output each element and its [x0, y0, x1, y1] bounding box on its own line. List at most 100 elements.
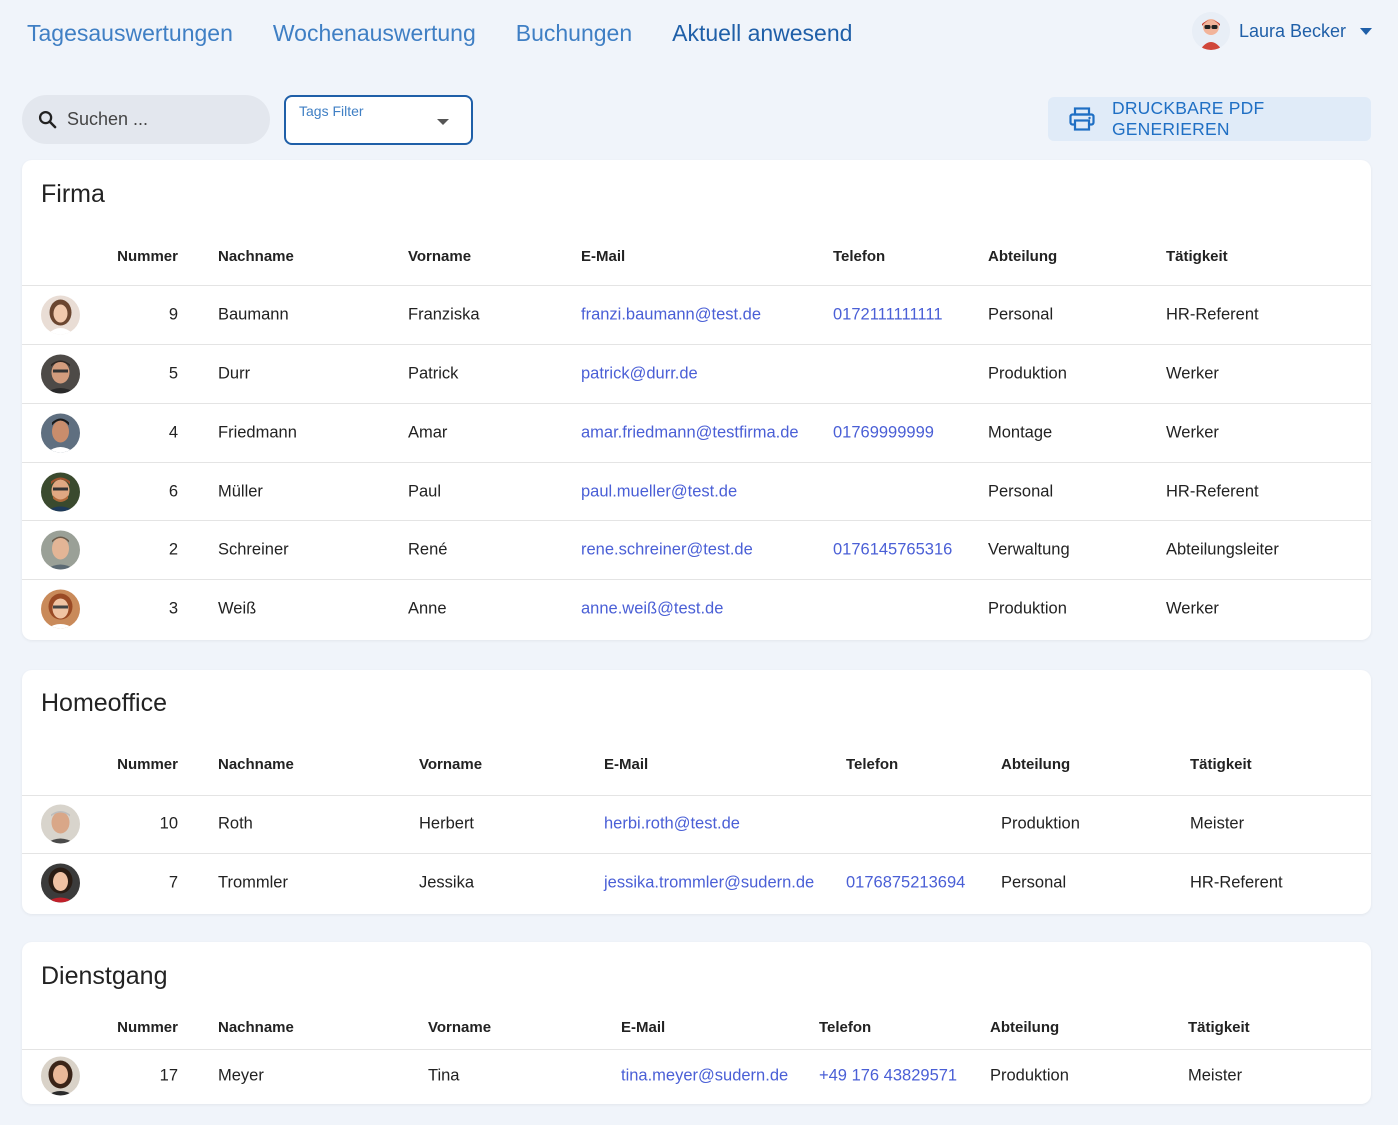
- tags-filter-label: Tags Filter: [299, 103, 364, 119]
- email-link[interactable]: paul.mueller@test.de: [581, 483, 737, 502]
- col-header-taetigkeit: Tätigkeit: [1190, 756, 1252, 773]
- cell-nummer: 3: [168, 599, 178, 618]
- cell-nummer: 17: [159, 1066, 178, 1085]
- cell-nummer: 10: [159, 814, 178, 833]
- email-link[interactable]: patrick@durr.de: [581, 365, 698, 384]
- section-title: Dienstgang: [41, 962, 168, 990]
- search-icon: [38, 110, 57, 129]
- cell-abteilung: Produktion: [988, 599, 1067, 618]
- cell-nummer: 5: [168, 364, 178, 383]
- generate-pdf-label: DRUCKBARE PDF GENERIEREN: [1112, 98, 1265, 139]
- cell-nummer: 6: [168, 482, 178, 501]
- cell-vorname: Patrick: [408, 364, 459, 383]
- cell-nummer: 7: [168, 873, 178, 892]
- phone-link[interactable]: 0176875213694: [846, 874, 965, 893]
- phone-link[interactable]: 0176145765316: [833, 541, 952, 560]
- table-row[interactable]: 4 Friedmann Amar amar.friedmann@testfirm…: [22, 404, 1371, 462]
- cell-nachname: Durr: [218, 364, 251, 383]
- email-link[interactable]: franzi.baumann@test.de: [581, 306, 761, 325]
- table-row[interactable]: 9 Baumann Franziska franzi.baumann@test.…: [22, 286, 1371, 344]
- phone-link[interactable]: 0172111111111: [833, 306, 943, 325]
- cell-vorname: Tina: [428, 1066, 460, 1085]
- col-header-abteilung: Abteilung: [1001, 756, 1071, 773]
- col-header-taetigkeit: Tätigkeit: [1166, 248, 1228, 265]
- cell-abteilung: Produktion: [1001, 814, 1080, 833]
- email-link[interactable]: tina.meyer@sudern.de: [621, 1067, 788, 1086]
- avatar: [41, 472, 80, 512]
- cell-nachname: Baumann: [218, 305, 289, 324]
- col-header-abteilung: Abteilung: [990, 1019, 1060, 1036]
- cell-taetigkeit: Werker: [1166, 599, 1219, 618]
- tab-wochenauswertung[interactable]: Wochenauswertung: [273, 18, 476, 48]
- nav-tabs: Tagesauswertungen Wochenauswertung Buchu…: [27, 18, 892, 48]
- avatar: [41, 589, 80, 629]
- cell-nachname: Weiß: [218, 599, 257, 618]
- col-header-vorname: Vorname: [419, 756, 483, 773]
- col-header-telefon: Telefon: [846, 756, 899, 773]
- cell-nachname: Meyer: [218, 1066, 264, 1085]
- printer-icon: [1069, 107, 1095, 131]
- user-avatar-icon: [1191, 12, 1230, 50]
- tags-filter-select[interactable]: Tags Filter: [284, 95, 473, 145]
- table-row[interactable]: 7 Trommler Jessika jessika.trommler@sude…: [22, 854, 1371, 912]
- cell-taetigkeit: HR-Referent: [1166, 305, 1259, 324]
- col-header-vorname: Vorname: [408, 248, 472, 265]
- col-header-email: E-Mail: [581, 248, 626, 265]
- cell-abteilung: Verwaltung: [988, 540, 1070, 559]
- cell-nachname: Schreiner: [218, 540, 289, 559]
- cell-taetigkeit: Werker: [1166, 364, 1219, 383]
- cell-abteilung: Personal: [988, 305, 1054, 324]
- phone-link[interactable]: 01769999999: [833, 424, 934, 443]
- email-link[interactable]: anne.weiß@test.de: [581, 600, 723, 619]
- cell-nachname: Trommler: [218, 873, 288, 892]
- cell-nachname: Friedmann: [218, 423, 297, 442]
- cell-abteilung: Personal: [988, 482, 1054, 501]
- user-menu[interactable]: Laura Becker: [1191, 12, 1372, 50]
- phone-link[interactable]: +49 176 43829571: [819, 1067, 957, 1086]
- col-header-nummer: Nummer: [117, 1019, 178, 1036]
- cell-abteilung: Personal: [1001, 873, 1067, 892]
- tab-aktuell-anwesend[interactable]: Aktuell anwesend: [672, 18, 852, 48]
- cell-nachname: Müller: [218, 482, 263, 501]
- cell-vorname: Franziska: [408, 305, 480, 324]
- col-header-telefon: Telefon: [833, 248, 886, 265]
- top-navigation: Tagesauswertungen Wochenauswertung Buchu…: [0, 0, 1398, 66]
- table-row[interactable]: 6 Müller Paul paul.mueller@test.de Perso…: [22, 463, 1371, 521]
- email-link[interactable]: jessika.trommler@sudern.de: [604, 874, 814, 893]
- search-box: [22, 95, 270, 144]
- tab-tagesauswertungen[interactable]: Tagesauswertungen: [27, 18, 233, 48]
- cell-nummer: 9: [168, 305, 178, 324]
- user-name: Laura Becker: [1238, 20, 1346, 41]
- chevron-down-icon[interactable]: [1360, 27, 1372, 35]
- cell-taetigkeit: Werker: [1166, 423, 1219, 442]
- tab-buchungen[interactable]: Buchungen: [516, 18, 632, 48]
- cell-nachname: Roth: [218, 814, 253, 833]
- cell-nummer: 4: [168, 423, 178, 442]
- col-header-vorname: Vorname: [428, 1019, 492, 1036]
- table-row[interactable]: 2 Schreiner René rene.schreiner@test.de …: [22, 521, 1371, 579]
- cell-taetigkeit: Meister: [1188, 1066, 1243, 1085]
- section-title: Homeoffice: [41, 689, 167, 717]
- table-row[interactable]: 3 Weiß Anne anne.weiß@test.de Produktion…: [22, 580, 1371, 638]
- col-header-telefon: Telefon: [819, 1019, 872, 1036]
- col-header-nachname: Nachname: [218, 756, 294, 773]
- cell-taetigkeit: HR-Referent: [1166, 482, 1259, 501]
- col-header-abteilung: Abteilung: [988, 248, 1058, 265]
- col-header-nachname: Nachname: [218, 1019, 294, 1036]
- table-row[interactable]: 5 Durr Patrick patrick@durr.de Produktio…: [22, 345, 1371, 403]
- generate-pdf-button[interactable]: DRUCKBARE PDF GENERIEREN: [1048, 97, 1371, 141]
- avatar: [41, 804, 80, 844]
- avatar: [41, 863, 80, 903]
- section-homeoffice: Homeoffice Nummer Nachname Vorname E-Mai…: [22, 670, 1371, 914]
- avatar: [41, 354, 80, 394]
- cell-vorname: Herbert: [419, 814, 475, 833]
- cell-vorname: Jessika: [419, 873, 475, 892]
- cell-abteilung: Produktion: [990, 1066, 1069, 1085]
- table-row[interactable]: 17 Meyer Tina tina.meyer@sudern.de +49 1…: [22, 1048, 1371, 1104]
- email-link[interactable]: amar.friedmann@testfirma.de: [581, 424, 799, 443]
- chevron-down-icon: [437, 119, 449, 125]
- table-row[interactable]: 10 Roth Herbert herbi.roth@test.de Produ…: [22, 795, 1371, 853]
- email-link[interactable]: herbi.roth@test.de: [604, 815, 740, 834]
- email-link[interactable]: rene.schreiner@test.de: [581, 541, 753, 560]
- search-input[interactable]: [67, 109, 247, 130]
